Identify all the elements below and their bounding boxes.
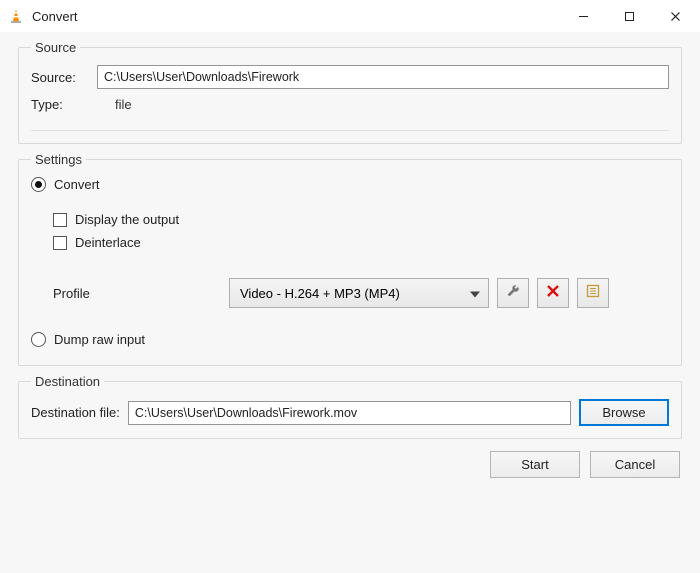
display-output-checkbox[interactable]: Display the output [53, 212, 669, 227]
content-area: Source Source: Type: file Settings Conve… [0, 32, 700, 573]
edit-profile-button[interactable] [497, 278, 529, 308]
dump-raw-radio[interactable]: Dump raw input [31, 332, 669, 347]
source-group: Source Source: Type: file [18, 40, 682, 144]
minimize-button[interactable] [560, 0, 606, 32]
destination-label: Destination file: [31, 405, 120, 420]
new-profile-button[interactable] [577, 278, 609, 308]
type-value: file [115, 97, 132, 112]
delete-x-icon [546, 284, 560, 303]
profile-label: Profile [31, 286, 221, 301]
dump-raw-label: Dump raw input [54, 332, 145, 347]
vlc-cone-icon [8, 8, 24, 24]
dialog-footer: Start Cancel [18, 451, 682, 478]
type-label: Type: [31, 97, 89, 112]
convert-radio[interactable]: Convert [31, 177, 669, 192]
chevron-down-icon [470, 286, 480, 301]
settings-group: Settings Convert Display the output Dein… [18, 152, 682, 366]
close-button[interactable] [652, 0, 698, 32]
window-title: Convert [32, 9, 78, 24]
radio-icon [31, 332, 46, 347]
source-separator [31, 130, 669, 131]
radio-icon [31, 177, 46, 192]
destination-legend: Destination [31, 374, 104, 389]
checkbox-icon [53, 213, 67, 227]
new-profile-icon [585, 283, 601, 304]
deinterlace-label: Deinterlace [75, 235, 141, 250]
start-button-label: Start [521, 457, 548, 472]
profile-value: Video - H.264 + MP3 (MP4) [240, 286, 400, 301]
browse-button[interactable]: Browse [579, 399, 669, 426]
convert-radio-label: Convert [54, 177, 100, 192]
delete-profile-button[interactable] [537, 278, 569, 308]
start-button[interactable]: Start [490, 451, 580, 478]
destination-input[interactable] [128, 401, 571, 425]
cancel-button-label: Cancel [615, 457, 655, 472]
checkbox-icon [53, 236, 67, 250]
browse-button-label: Browse [602, 405, 645, 420]
cancel-button[interactable]: Cancel [590, 451, 680, 478]
titlebar: Convert [0, 0, 700, 32]
maximize-button[interactable] [606, 0, 652, 32]
source-input[interactable] [97, 65, 669, 89]
wrench-icon [505, 283, 521, 304]
source-legend: Source [31, 40, 80, 55]
profile-combo[interactable]: Video - H.264 + MP3 (MP4) [229, 278, 489, 308]
settings-legend: Settings [31, 152, 86, 167]
destination-group: Destination Destination file: Browse [18, 374, 682, 439]
display-output-label: Display the output [75, 212, 179, 227]
deinterlace-checkbox[interactable]: Deinterlace [53, 235, 669, 250]
source-label: Source: [31, 70, 89, 85]
